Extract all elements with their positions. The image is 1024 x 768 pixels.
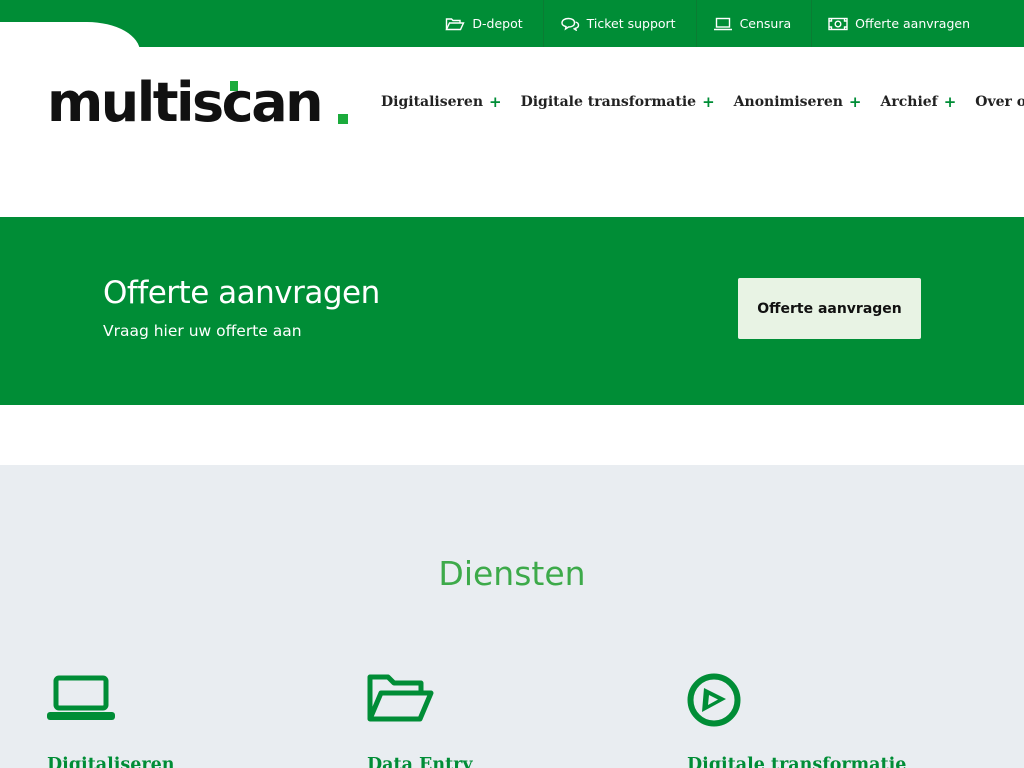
- logo-dot: [338, 114, 348, 124]
- top-link-ticket-support[interactable]: Ticket support: [542, 0, 696, 47]
- nav-item-label: Over ons: [975, 94, 1024, 110]
- top-link-censura[interactable]: Censura: [695, 0, 812, 47]
- nav-item-label: Anonimiseren: [733, 94, 843, 110]
- service-label: Digitaliseren: [47, 755, 175, 768]
- nav-item-label: Digitale transformatie: [520, 94, 697, 110]
- top-bar: D-depot Ticket support Censura Offerte a…: [0, 0, 1024, 47]
- compass-icon: [687, 673, 757, 729]
- laptop-icon: [713, 17, 733, 31]
- services-section: Diensten Digitaliseren Data Entry Digita…: [0, 465, 1024, 768]
- request-quote-button[interactable]: Offerte aanvragen: [738, 278, 921, 339]
- nav-item-label: Digitaliseren: [381, 94, 483, 110]
- nav-item-over-ons[interactable]: Over ons +: [975, 93, 1024, 111]
- main-nav: Digitaliseren + Digitale transformatie +…: [381, 93, 1024, 111]
- nav-item-digitaliseren[interactable]: Digitaliseren +: [381, 93, 502, 111]
- plus-icon: +: [702, 93, 715, 111]
- service-data-entry[interactable]: Data Entry: [367, 673, 667, 768]
- service-digitaliseren[interactable]: Digitaliseren: [47, 673, 347, 768]
- logo[interactable]: multiscan: [47, 71, 348, 134]
- top-link-label: Censura: [739, 16, 792, 31]
- banner-subtitle: Vraag hier uw offerte aan: [103, 322, 302, 340]
- services-title: Diensten: [438, 554, 586, 593]
- banner-title: Offerte aanvragen: [103, 275, 380, 311]
- service-label: Digitale transformatie: [687, 755, 907, 768]
- logo-accent-mark: [230, 81, 238, 91]
- plus-icon: +: [943, 93, 957, 111]
- nav-item-archief[interactable]: Archief +: [881, 93, 957, 111]
- chat-bubbles-icon: [560, 17, 580, 31]
- logo-text: multiscan: [47, 71, 324, 134]
- laptop-icon: [47, 673, 117, 729]
- nav-item-anonimiseren[interactable]: Anonimiseren +: [734, 93, 862, 111]
- top-link-offerte[interactable]: Offerte aanvragen: [811, 0, 990, 47]
- nav-item-digitale-transformatie[interactable]: Digitale transformatie +: [521, 93, 715, 111]
- top-link-label: Offerte aanvragen: [855, 16, 970, 31]
- folder-open-icon: [445, 17, 465, 31]
- top-link-label: Ticket support: [586, 16, 676, 31]
- plus-icon: +: [848, 93, 862, 111]
- nav-item-label: Archief: [880, 94, 938, 110]
- service-digitale-transformatie[interactable]: Digitale transformatie: [687, 673, 987, 768]
- top-link-label: D-depot: [472, 16, 523, 31]
- folder-open-icon: [367, 673, 437, 729]
- quote-banner: Offerte aanvragen Vraag hier uw offerte …: [0, 217, 1024, 405]
- top-links: D-depot Ticket support Censura Offerte a…: [429, 0, 990, 47]
- top-link-d-depot[interactable]: D-depot: [429, 0, 542, 47]
- service-label: Data Entry: [367, 755, 473, 768]
- plus-icon: +: [489, 93, 502, 111]
- money-bill-icon: [828, 17, 848, 31]
